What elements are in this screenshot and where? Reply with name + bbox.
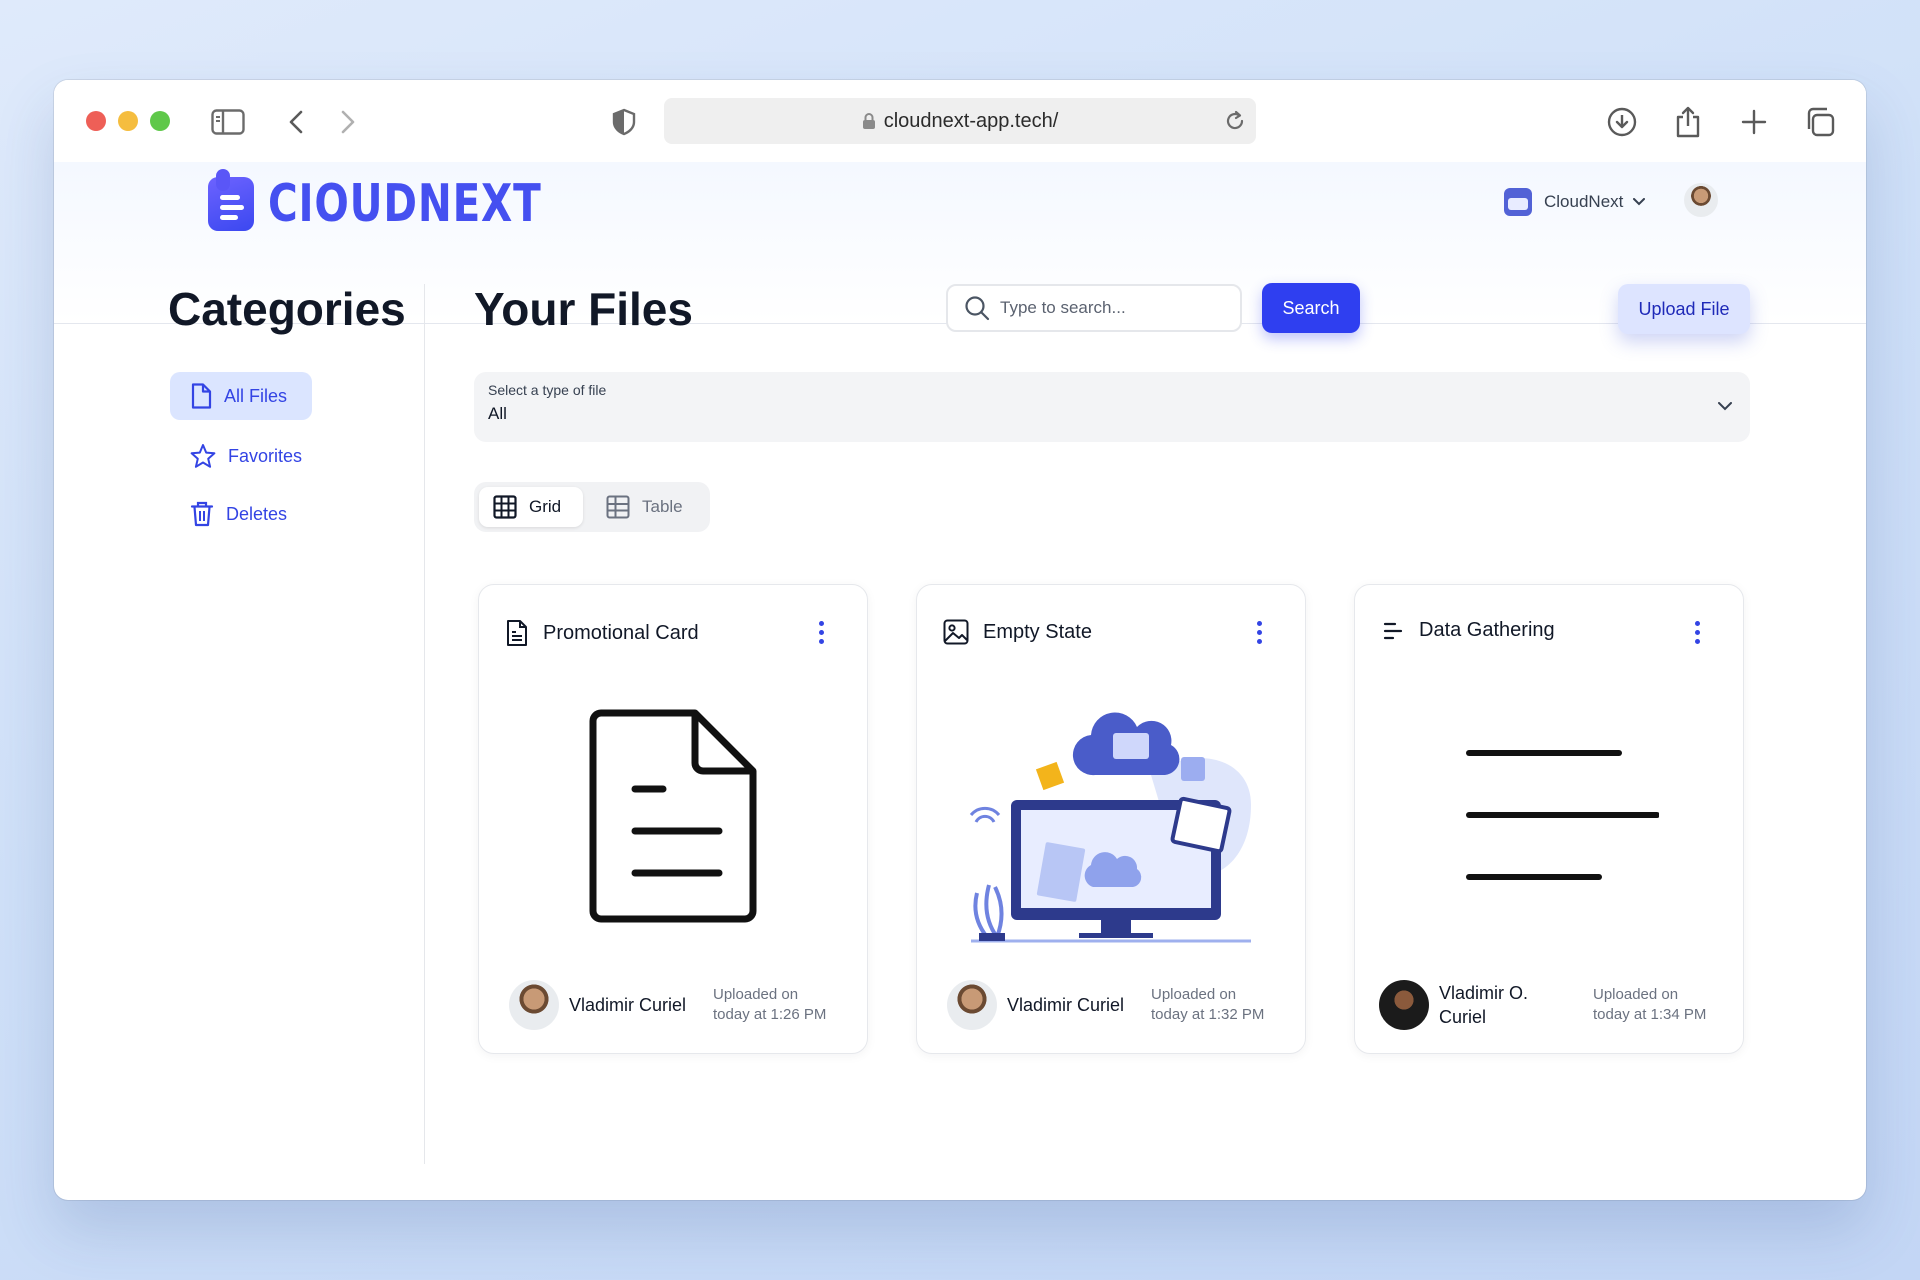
address-bar[interactable]: cloudnext-app.tech/ <box>664 98 1256 144</box>
sidebar-item-label: Favorites <box>228 445 303 466</box>
search-button[interactable]: Search <box>1262 283 1360 333</box>
tab-overview-icon[interactable] <box>1802 104 1838 140</box>
owner-avatar <box>509 980 559 1030</box>
categories-title: Categories <box>168 283 406 335</box>
upload-time: Uploaded on today at 1:32 PM <box>1151 985 1264 1025</box>
upload-label: Uploaded on <box>1593 986 1679 1003</box>
page-title: Your Files <box>474 283 693 335</box>
grid-icon <box>493 495 517 519</box>
close-window-button[interactable] <box>86 111 106 131</box>
file-card[interactable]: Promotional Card Vladimir Curiel Uploade… <box>478 584 868 1054</box>
file-type-select-value: All <box>488 404 507 423</box>
sidebar-item-label: All Files <box>224 385 288 406</box>
tab-table[interactable]: Table <box>592 487 697 527</box>
workspace-icon <box>1504 188 1532 216</box>
file-type-select-label: Select a type of file <box>488 382 607 398</box>
file-name: Promotional Card <box>543 621 699 644</box>
upload-label: Uploaded on <box>1151 986 1237 1003</box>
logo-icon <box>208 169 254 231</box>
file-icon <box>191 383 212 409</box>
cloud-upload-illustration <box>969 712 1251 943</box>
privacy-shield-icon[interactable] <box>606 104 642 140</box>
file-card[interactable]: Data Gathering Vladimir O. Curiel Upload… <box>1354 584 1744 1054</box>
minimize-window-button[interactable] <box>118 111 138 131</box>
file-name: Empty State <box>983 620 1092 643</box>
browser-window: cloudnext-app.tech/ CIOUDNEXT CloudNext <box>54 80 1866 1200</box>
owner-avatar <box>1379 980 1429 1030</box>
file-preview <box>1355 685 1743 945</box>
owner-avatar <box>947 980 997 1030</box>
owner-name: Vladimir Curiel <box>1007 995 1125 1015</box>
document-preview-icon <box>589 709 757 923</box>
search-field[interactable] <box>946 284 1242 332</box>
file-preview <box>479 685 867 945</box>
back-icon[interactable] <box>278 104 314 140</box>
tab-grid[interactable]: Grid <box>479 487 583 527</box>
reload-icon[interactable] <box>1224 109 1246 139</box>
table-icon <box>606 495 630 519</box>
browser-toolbar: cloudnext-app.tech/ <box>54 80 1866 162</box>
chevron-down-icon <box>1633 198 1646 206</box>
new-tab-icon[interactable] <box>1736 104 1772 140</box>
logo-text: CIOUDNEXT <box>268 174 542 234</box>
more-options-icon[interactable] <box>1255 621 1263 647</box>
workspace-switcher[interactable]: CloudNext <box>1504 188 1646 216</box>
upload-timestamp: today at 1:34 PM <box>1593 1006 1707 1023</box>
lock-icon <box>862 112 876 130</box>
forward-icon[interactable] <box>330 104 366 140</box>
sidebar-item-label: Deletes <box>226 503 288 524</box>
more-options-icon[interactable] <box>817 621 825 647</box>
search-input[interactable] <box>1000 298 1220 318</box>
address-url: cloudnext-app.tech/ <box>883 109 1059 132</box>
workspace-name: CloudNext <box>1544 192 1624 211</box>
owner-name: Vladimir O. Curiel <box>1439 983 1529 1027</box>
upload-timestamp: today at 1:26 PM <box>713 1006 827 1023</box>
sidebar-divider <box>424 284 425 1164</box>
file-type-select[interactable]: Select a type of file All <box>474 372 1750 442</box>
file-card[interactable]: Empty State Vladimir Curiel Uploaded on … <box>916 584 1306 1054</box>
text-lines-preview-icon <box>1466 750 1659 880</box>
chevron-down-icon <box>1718 398 1732 416</box>
cloudnext-logo[interactable]: CIOUDNEXT <box>208 169 619 234</box>
tab-grid-label: Grid <box>529 497 562 516</box>
upload-timestamp: today at 1:32 PM <box>1151 1006 1265 1023</box>
upload-label: Uploaded on <box>713 986 799 1003</box>
share-icon[interactable] <box>1670 104 1706 140</box>
view-toggle: Grid Table <box>474 482 710 532</box>
upload-time: Uploaded on today at 1:26 PM <box>713 985 826 1025</box>
owner-name: Vladimir Curiel <box>569 995 687 1015</box>
search-icon <box>965 296 990 321</box>
maximize-window-button[interactable] <box>150 111 170 131</box>
file-preview <box>917 685 1305 945</box>
upload-file-button[interactable]: Upload File <box>1618 284 1750 334</box>
trash-icon <box>190 501 214 527</box>
sidebar-item-all-files[interactable]: All Files <box>170 372 312 420</box>
document-icon <box>507 620 527 646</box>
text-lines-icon <box>1383 622 1403 639</box>
sidebar-toggle-icon[interactable] <box>210 104 246 140</box>
tab-table-label: Table <box>642 497 683 516</box>
file-name: Data Gathering <box>1419 619 1555 641</box>
user-avatar[interactable] <box>1684 183 1718 217</box>
sidebar-item-favorites[interactable]: Favorites <box>170 432 322 480</box>
sidebar-item-deletes[interactable]: Deletes <box>170 490 307 538</box>
image-icon <box>943 619 969 645</box>
star-icon <box>190 444 216 468</box>
upload-time: Uploaded on today at 1:34 PM <box>1593 985 1706 1025</box>
more-options-icon[interactable] <box>1693 621 1701 647</box>
downloads-icon[interactable] <box>1604 104 1640 140</box>
